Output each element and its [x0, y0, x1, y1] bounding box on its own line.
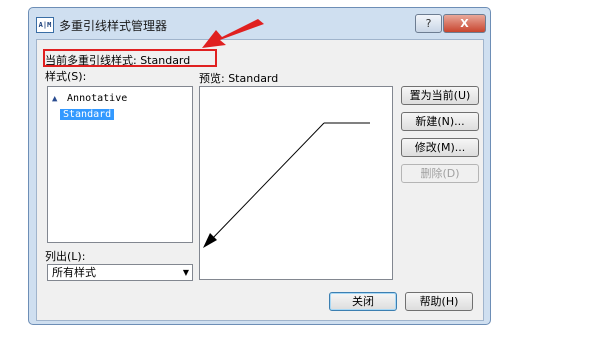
list-label: 列出(L):	[45, 250, 86, 263]
chevron-down-icon: ▼	[182, 268, 189, 277]
list-filter-select[interactable]: 所有样式 ▼	[47, 264, 193, 281]
preview-canvas	[199, 86, 393, 280]
list-filter-value: 所有样式	[52, 266, 96, 279]
leader-line	[209, 122, 325, 242]
styles-list[interactable]: ▲ Annotative Standard	[47, 86, 193, 243]
styles-label: 样式(S):	[45, 70, 87, 83]
close-icon-button[interactable]: X	[443, 14, 486, 33]
dialog-title: 多重引线样式管理器	[59, 19, 168, 33]
leader-preview-drawing	[203, 122, 370, 248]
annotative-triangle-icon: ▲	[52, 94, 58, 104]
dialog-client-area: 当前多重引线样式: Standard 样式(S): ▲ Annotative S…	[36, 39, 484, 321]
list-item-annotative[interactable]: ▲ Annotative	[52, 91, 127, 106]
list-item-label: Annotative	[67, 93, 128, 104]
modify-style-button[interactable]: 修改(M)...	[401, 138, 479, 157]
close-button[interactable]: 关闭	[329, 292, 397, 311]
preview-label: 预览: Standard	[199, 72, 279, 85]
help-icon-button[interactable]: ?	[415, 14, 442, 33]
multileader-style-manager-dialog: A|M 多重引线样式管理器 ? X 当前多重引线样式: Standard 样式(…	[28, 7, 491, 325]
list-item-standard[interactable]: Standard	[60, 107, 115, 122]
autocad-app-icon: A|M	[36, 17, 54, 33]
help-button[interactable]: 帮助(H)	[405, 292, 473, 311]
annotation-highlight-box	[43, 49, 217, 67]
delete-style-button[interactable]: 删除(D)	[401, 164, 479, 183]
list-item-label-selected: Standard	[60, 109, 115, 120]
new-style-button[interactable]: 新建(N)...	[401, 112, 479, 131]
set-current-button[interactable]: 置为当前(U)	[401, 86, 479, 105]
title-bar[interactable]: A|M 多重引线样式管理器 ? X	[29, 8, 490, 38]
